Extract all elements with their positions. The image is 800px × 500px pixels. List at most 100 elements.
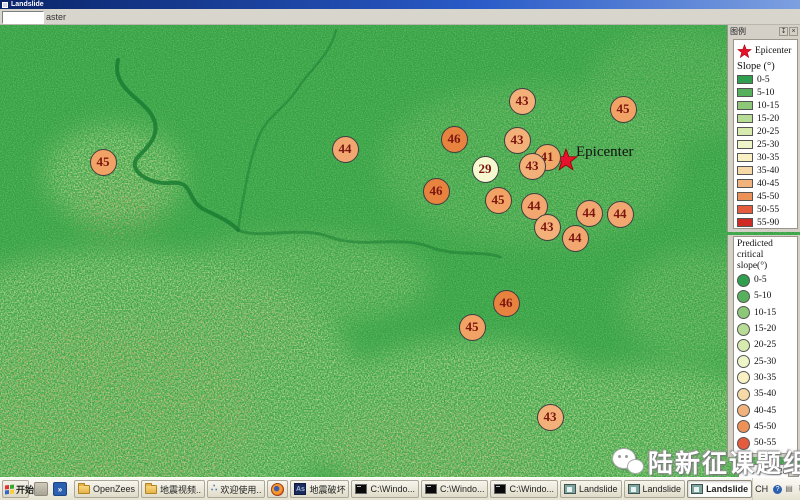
language-indicator[interactable]: CH	[753, 484, 770, 494]
legend-item-label: 30-35	[757, 153, 779, 163]
legend-item: 30-35	[737, 370, 797, 386]
close-icon[interactable]: ×	[789, 27, 798, 36]
wechat-icon	[612, 448, 644, 476]
legend-item-label: 10-15	[754, 308, 776, 318]
taskbar-button-openzees[interactable]: OpenZees	[74, 480, 139, 498]
legend-swatch	[737, 290, 750, 303]
legend-item: 40-45	[737, 402, 797, 418]
taskbar-button-label: C:\Windo...	[370, 484, 415, 494]
legend-item: 45-50	[737, 190, 797, 203]
legend-item-label: 20-25	[757, 127, 779, 137]
legend-item: 35-40	[737, 164, 797, 177]
critical-legend-title-2: slope(°)	[737, 261, 797, 272]
legend-item-label: 15-20	[754, 324, 776, 334]
legend-item-label: 40-45	[754, 406, 776, 416]
taskbar-button-console-2[interactable]: C:\Windo...	[421, 480, 489, 498]
taskbar-button-welcome[interactable]: ∴欢迎使用..	[207, 480, 265, 498]
system-tray: CH ?▤⚐♫▣ 1:58 2021/9/16	[752, 478, 800, 500]
taskbar-button-label: 地震视频..	[160, 483, 201, 496]
flag-icon[interactable]: ⚐	[796, 484, 800, 494]
legend-item: 0-5	[737, 73, 797, 86]
legend-swatch	[737, 404, 750, 417]
start-button-label: 开始	[16, 483, 34, 496]
legend-item-label: 0-5	[757, 75, 770, 85]
legend-item-label: 45-50	[754, 422, 776, 432]
critical-legend-title-1: Predicted critical	[737, 239, 797, 261]
legend-swatch	[737, 140, 753, 149]
taskbar-button-console-3[interactable]: C:\Windo...	[490, 480, 558, 498]
slope-raster	[0, 25, 800, 477]
map-canvas[interactable]	[0, 25, 800, 477]
help-icon[interactable]: ?	[773, 485, 782, 494]
taskbar-button-label: Landslide	[643, 484, 682, 494]
legend-item: 30-35	[737, 151, 797, 164]
toolbar: aster	[0, 9, 800, 25]
taskbar-button-landslide-1[interactable]: Landslide	[560, 480, 622, 498]
taskbar-button-label: 地震破坏	[309, 483, 345, 496]
taskbar-button-landslide-2[interactable]: Landslide	[624, 480, 686, 498]
watermark: 陆新征课题组	[612, 444, 800, 480]
legend-item-label: 55-90	[757, 218, 779, 228]
critical-slope-legend-box: Predicted critical slope(°) 0-5 5-10 10-15…	[733, 236, 798, 454]
legend-item: 25-30	[737, 353, 797, 369]
quick-launch-computer-icon[interactable]	[34, 482, 48, 496]
legend-item-label: 5-10	[757, 88, 774, 98]
legend-swatch	[737, 127, 753, 136]
legend-panel-critical-slope: Predicted critical slope(°) 0-5 5-10 10-15…	[727, 235, 800, 457]
taskbar-button-console-1[interactable]: C:\Windo...	[351, 480, 419, 498]
legend-item-label: 50-55	[757, 205, 779, 215]
legend-swatch	[737, 274, 750, 287]
legend-swatch	[737, 192, 753, 201]
legend-swatch	[737, 114, 753, 123]
legend-item-label: 15-20	[757, 114, 779, 124]
quick-launch-shell-icon[interactable]: »	[53, 482, 67, 496]
legend-item-label: 30-35	[754, 373, 776, 383]
legend-item: 5-10	[737, 86, 797, 99]
taskbar: 开始 » OpenZees 地震视频.. ∴欢迎使用.. As地震破坏 C:\Windo…	[0, 477, 800, 500]
legend-panel-header: 图例 ↧ ×	[728, 25, 800, 38]
legend-item-label: 0-5	[754, 275, 767, 285]
legend-item: 55-90	[737, 216, 797, 229]
taskbar-button-firefox[interactable]	[267, 480, 288, 498]
slope-legend-title: Slope (°)	[737, 60, 797, 73]
pin-icon[interactable]: ↧	[779, 27, 788, 36]
watermark-text: 陆新征课题组	[648, 444, 800, 480]
legend-item-label: 25-30	[757, 140, 779, 150]
legend-swatch	[737, 179, 753, 188]
legend-swatch	[737, 205, 753, 214]
taskbar-button-as-app[interactable]: As地震破坏	[290, 480, 349, 498]
legend-swatch	[737, 306, 750, 319]
legend-item: 20-25	[737, 337, 797, 353]
taskbar-button-label: C:\Windo...	[440, 484, 485, 494]
app-icon	[2, 2, 8, 8]
landslide-app-window: Landslide aster	[0, 0, 800, 500]
taskbar-button-earthquake-folder[interactable]: 地震视频..	[141, 480, 205, 498]
layer-combobox[interactable]	[2, 11, 44, 24]
console-icon	[355, 484, 367, 494]
legend-swatch	[737, 75, 753, 84]
window-icon	[691, 484, 703, 494]
as-icon: As	[294, 483, 306, 495]
taskbar-button-landslide-3[interactable]: Landslide	[687, 480, 752, 498]
taskbar-button-label: OpenZees	[93, 484, 135, 494]
start-button[interactable]: 开始	[2, 480, 29, 498]
legend-item: 45-50	[737, 419, 797, 435]
taskbar-button-label: 欢迎使用..	[220, 483, 261, 496]
legend-swatch	[737, 420, 750, 433]
titlebar: Landslide	[0, 0, 800, 9]
legend-item: 40-45	[737, 177, 797, 190]
legend-swatch	[737, 339, 750, 352]
folder-icon	[78, 485, 90, 494]
legend-item-label: 20-25	[754, 340, 776, 350]
legend-swatch	[737, 153, 753, 162]
legend-item: 10-15	[737, 305, 797, 321]
taskbar-button-label: C:\Windo...	[509, 484, 554, 494]
slope-legend-box: Epicenter Slope (°) 0-55-1010-1515-2020-…	[733, 39, 798, 229]
legend-item: 15-20	[737, 321, 797, 337]
removable-device-icon[interactable]: ▤	[784, 484, 794, 494]
legend-item: 5-10	[737, 288, 797, 304]
window-title: Landslide	[11, 1, 44, 8]
folder-icon	[145, 485, 157, 494]
legend-swatch	[737, 371, 750, 384]
console-icon	[494, 484, 506, 494]
